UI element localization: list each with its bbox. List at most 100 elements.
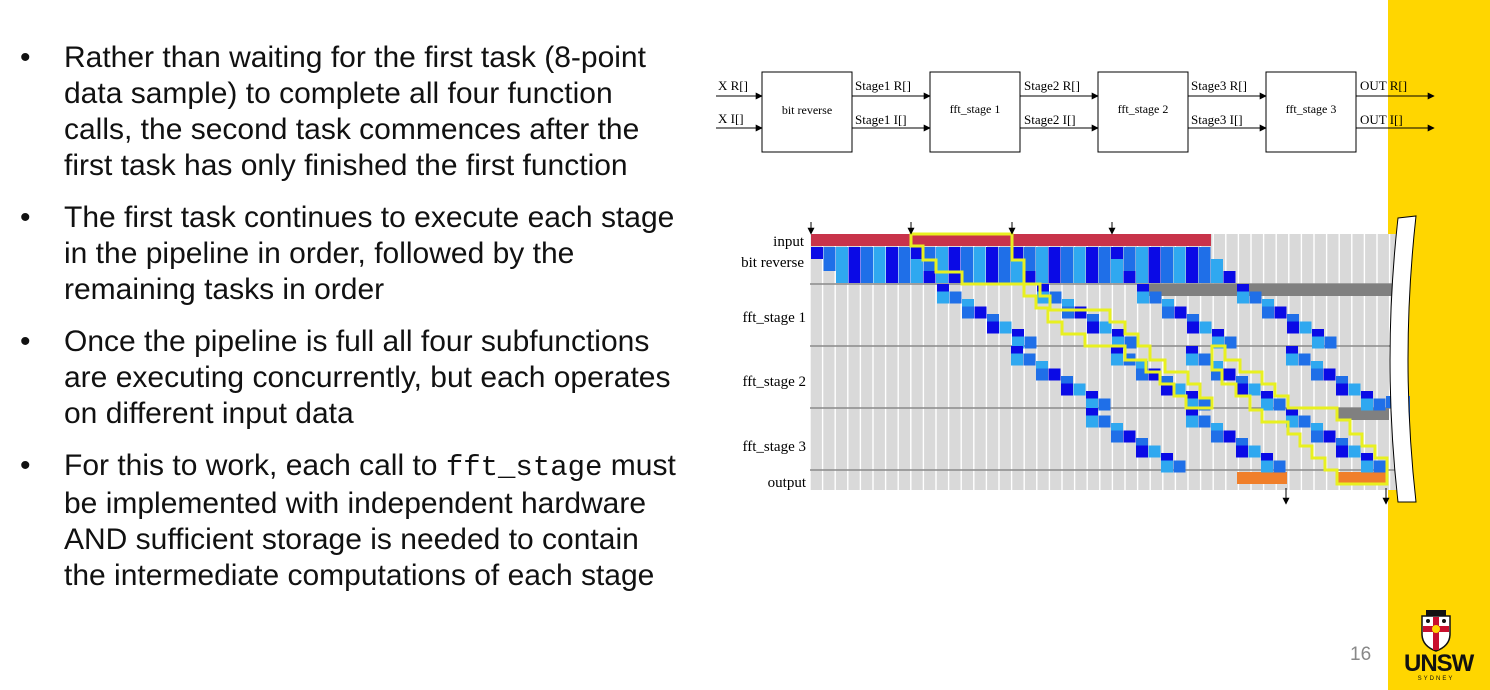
- fft-cell: [1011, 346, 1023, 358]
- bit-reverse-cell: [1086, 259, 1098, 271]
- fft-cell: [1186, 398, 1198, 411]
- fft-cell: [1086, 415, 1098, 428]
- bit-reverse-cell: [1048, 247, 1061, 259]
- bit-reverse-cell: [948, 259, 961, 271]
- fft-cell: [1236, 438, 1248, 450]
- bullet-item: • For this to work, each call to fft_stag…: [20, 448, 680, 594]
- fft-cell: [1286, 346, 1298, 358]
- fft-cell: [1336, 376, 1348, 388]
- fft-cell: [1098, 398, 1111, 411]
- link-label: Stage2 I[]: [1024, 112, 1076, 127]
- fft-cell: [1323, 368, 1336, 381]
- bit-reverse-cell: [1223, 271, 1236, 283]
- bit-reverse-cell: [1086, 271, 1098, 283]
- unsw-logo: UNSW SYDNEY: [1404, 608, 1474, 688]
- bit-reverse-cell: [961, 271, 973, 283]
- fft-cell: [987, 321, 999, 334]
- code-fft-stage: fft_stage: [445, 451, 603, 484]
- bit-reverse-cell: [1023, 247, 1036, 259]
- fft-cell: [1149, 291, 1162, 304]
- bullet-item: • Once the pipeline is full all four subf…: [20, 324, 680, 432]
- fft-cell: [1286, 408, 1298, 420]
- bit-reverse-cell: [1023, 259, 1036, 271]
- fft-cell: [1087, 314, 1099, 326]
- bit-reverse-cell: [873, 271, 886, 283]
- block-label: fft_stage 1: [950, 102, 1001, 116]
- block-label: fft_stage 3: [1286, 102, 1337, 116]
- fft-cell: [1111, 346, 1123, 358]
- fft-cell: [1273, 460, 1286, 473]
- task-outline: [909, 232, 1214, 410]
- bit-reverse-cell: [986, 247, 998, 259]
- fft-cell: [999, 321, 1012, 334]
- fft-cell: [1248, 383, 1261, 396]
- page-number: 16: [1350, 644, 1372, 665]
- fft-cell: [1224, 336, 1237, 349]
- fft-cell: [1211, 361, 1223, 373]
- fft-cell: [1112, 336, 1124, 349]
- block-bit-reverse: [761, 71, 853, 153]
- pipeline-timeline: input bit reverse fft_stage 1 fft_stage …: [741, 215, 1417, 505]
- fft-cell: [1311, 368, 1323, 381]
- fft-cell: [1086, 391, 1098, 403]
- block-label: fft_stage 2: [1118, 102, 1169, 116]
- bit-reverse-cell: [973, 259, 986, 271]
- input-label-xi: X I[]: [718, 111, 744, 126]
- fft-cell: [1037, 284, 1049, 296]
- fft-cell: [1311, 361, 1323, 373]
- bit-reverse-cell: [811, 247, 823, 259]
- fft-cell: [1273, 398, 1286, 411]
- bit-reverse-cell: [973, 271, 986, 283]
- bit-reverse-cell: [1211, 259, 1223, 271]
- bit-reverse-cell: [986, 271, 998, 283]
- bit-reverse-cell: [1098, 271, 1111, 283]
- bit-reverse-cell: [861, 247, 873, 259]
- fft-cell: [1361, 398, 1373, 411]
- bit-reverse-cell: [886, 271, 898, 283]
- logo-wordmark: UNSW: [1404, 650, 1474, 677]
- bit-reverse-cell: [1136, 259, 1148, 271]
- fft-cell: [1299, 321, 1312, 334]
- bit-reverse-cell: [1173, 259, 1186, 271]
- bit-reverse-cell: [1073, 259, 1086, 271]
- fft-cell: [1186, 408, 1198, 420]
- row-label-fft-stage-2: fft_stage 2: [743, 374, 806, 390]
- bit-reverse-cell: [848, 247, 861, 259]
- bit-reverse-cell: [1023, 271, 1036, 283]
- fft-cell: [1236, 376, 1248, 388]
- fft-cell: [1287, 314, 1299, 326]
- fft-cell: [1124, 336, 1137, 349]
- task-highlight: [909, 232, 1389, 486]
- fft-cell: [1023, 353, 1036, 366]
- bit-reverse-cell: [873, 247, 886, 259]
- fft-cell: [1062, 306, 1074, 319]
- fft-cell: [1211, 423, 1223, 435]
- fft-cell: [1186, 353, 1198, 366]
- bit-reverse-cell: [1161, 271, 1173, 283]
- bullet-item: • Rather than waiting for the first task …: [20, 40, 680, 184]
- fft-cell: [1099, 321, 1112, 334]
- fft-cell: [1237, 284, 1249, 296]
- fft-cell: [1298, 415, 1311, 428]
- bullet-dot: •: [20, 325, 31, 358]
- bit-reverse-cell: [861, 259, 873, 271]
- bit-reverse-cell: [911, 271, 923, 283]
- bit-reverse-cell: [1148, 259, 1161, 271]
- fft-cell: [1137, 284, 1149, 296]
- fft-cell: [1086, 398, 1098, 411]
- fft-cell: [1298, 353, 1311, 366]
- bit-reverse-cell: [911, 247, 923, 259]
- fft-cell: [1087, 321, 1099, 334]
- fft-cell: [1123, 353, 1136, 366]
- bit-reverse-cell: [848, 271, 861, 283]
- bit-reverse-cell: [1061, 259, 1073, 271]
- fft-cell: [1223, 430, 1236, 443]
- stall-bar: [1337, 408, 1389, 420]
- fft-cell: [1361, 453, 1373, 465]
- fft-cell: [1324, 336, 1337, 349]
- bullet-item: • The first task continues to execute eac…: [20, 200, 680, 308]
- dataflow-diagram: X R[] X I[] bit reverse Stage1 R[] Stage…: [716, 71, 1435, 153]
- bit-reverse-cell: [1011, 271, 1023, 283]
- timeline-grid: [809, 234, 1398, 490]
- fft-cell: [1186, 415, 1198, 428]
